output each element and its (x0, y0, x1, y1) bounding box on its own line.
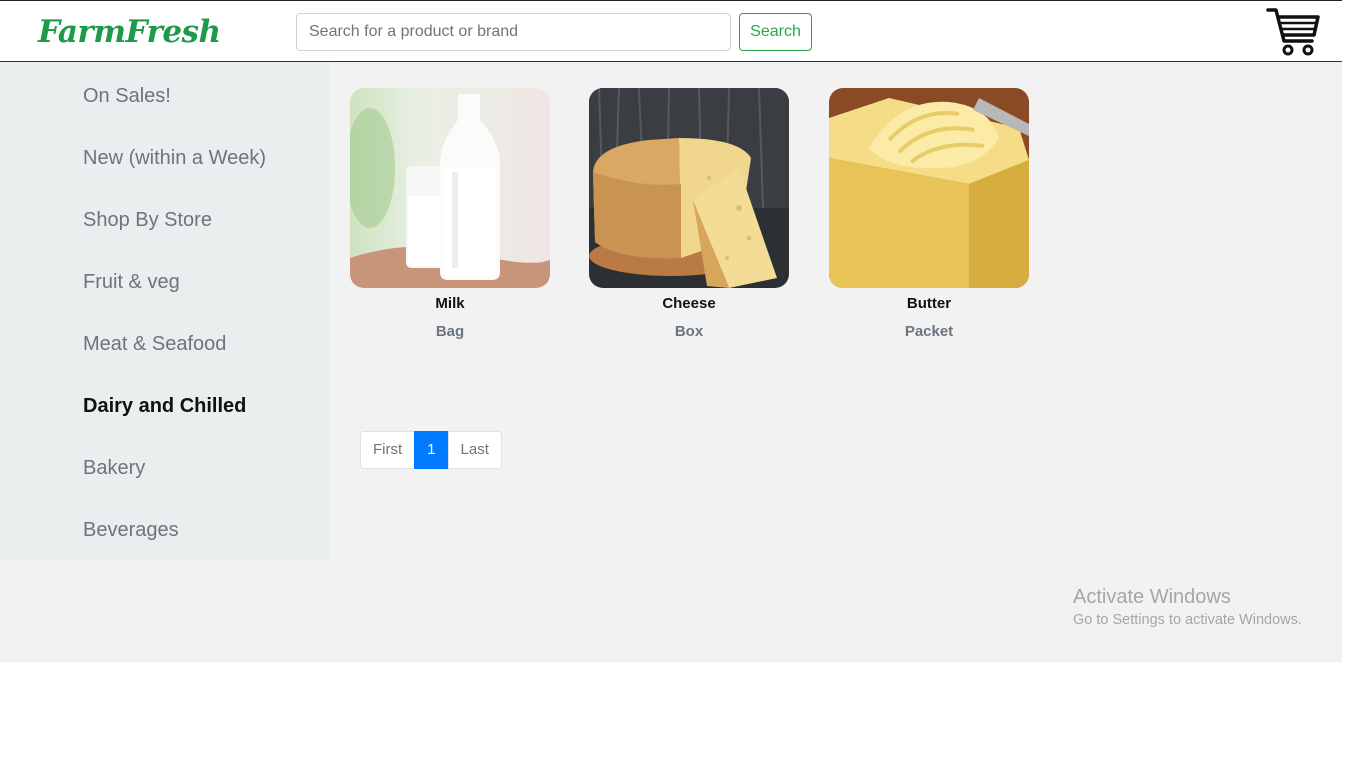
page-last-button[interactable]: Last (447, 431, 502, 469)
product-card[interactable]: Butter Packet (829, 88, 1029, 340)
sidebar-item-on-sales[interactable]: On Sales! (83, 85, 171, 108)
sidebar-item-fruit-veg[interactable]: Fruit & veg (83, 271, 180, 294)
product-name: Milk (435, 295, 465, 312)
product-unit: Packet (904, 323, 954, 340)
page-number-button[interactable]: 1 (414, 431, 449, 469)
watermark-title: Activate Windows (1073, 586, 1231, 608)
logo-text: FarmFresh (38, 14, 221, 50)
main-content: On Sales! New (within a Week) Shop By St… (0, 62, 1342, 662)
sidebar-item-new[interactable]: New (within a Week) (83, 147, 266, 170)
category-sidebar: On Sales! New (within a Week) Shop By St… (0, 62, 330, 560)
sidebar-item-meat-seafood[interactable]: Meat & Seafood (83, 333, 226, 356)
page-first-button[interactable]: First (360, 431, 416, 469)
watermark-subtitle: Go to Settings to activate Windows. (1073, 612, 1302, 628)
shopping-cart-icon[interactable] (1264, 5, 1322, 59)
product-unit: Box (674, 323, 704, 340)
search-input[interactable] (296, 13, 731, 51)
sidebar-item-shop-by-store[interactable]: Shop By Store (83, 209, 212, 232)
search-button[interactable]: Search (739, 13, 812, 51)
sidebar-item-dairy-chilled[interactable]: Dairy and Chilled (83, 395, 246, 418)
product-name: Cheese (662, 295, 716, 312)
milk-bottle-photo[interactable] (350, 88, 550, 288)
sidebar-item-beverages[interactable]: Beverages (83, 519, 179, 542)
product-name: Butter (906, 295, 952, 312)
windows-activation-watermark: Activate Windows Go to Settings to activ… (1073, 586, 1302, 628)
cheese-wheel-photo[interactable] (589, 88, 789, 288)
butter-block-photo[interactable] (829, 88, 1029, 288)
product-unit: Bag (435, 323, 465, 340)
product-card[interactable]: Milk Bag (350, 88, 550, 340)
top-header: FarmFresh Search (0, 0, 1342, 62)
product-card[interactable]: Cheese Box (589, 88, 789, 340)
pagination: First 1 Last (360, 431, 502, 469)
farmfresh-logo[interactable]: FarmFresh (34, 11, 221, 53)
sidebar-item-bakery[interactable]: Bakery (83, 457, 145, 480)
